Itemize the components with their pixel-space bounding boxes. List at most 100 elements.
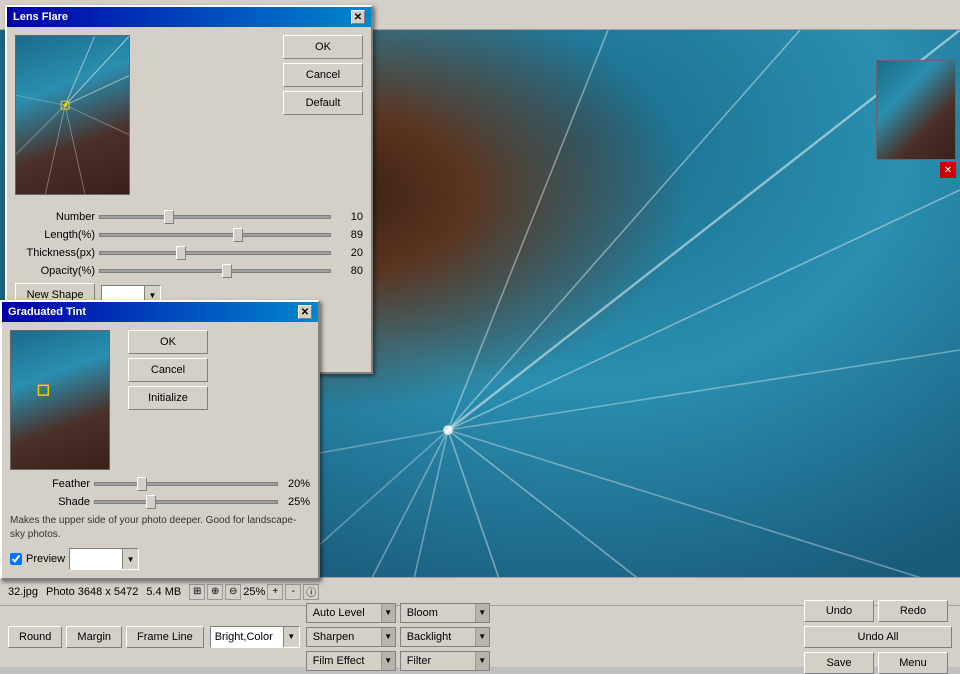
grad-buttons: OK Cancel Initialize — [128, 330, 208, 470]
bright-color-label: Bright,Color — [211, 631, 283, 643]
film-effect-label: Film Effect — [307, 655, 381, 667]
grad-preview-label: Preview — [26, 553, 65, 565]
action-row-2: Sharpen ▼ Backlight ▼ — [306, 627, 490, 647]
graduated-tint-dialog: Graduated Tint ✕ OK Cancel Initialize — [0, 300, 320, 580]
thickness-slider-row: Thickness(px) 20 — [15, 247, 363, 259]
length-slider[interactable] — [99, 233, 331, 237]
grad-cancel-button[interactable]: Cancel — [128, 358, 208, 382]
feather-thumb[interactable] — [137, 477, 147, 491]
grad-preview-image — [10, 330, 110, 470]
shade-thumb[interactable] — [146, 495, 156, 509]
lens-flare-buttons: OK Cancel Default — [148, 35, 363, 115]
opacity-slider[interactable] — [99, 269, 331, 273]
grad-mode-arrow-icon[interactable]: ▼ — [122, 549, 138, 569]
thumbnail-close-button[interactable]: ✕ — [940, 162, 956, 178]
action-dropdowns-group: Auto Level ▼ Bloom ▼ Sharpen ▼ Backlight… — [306, 603, 490, 671]
length-slider-row: Length(%) 89 — [15, 229, 363, 241]
zoom-plus-button[interactable]: + — [267, 584, 283, 600]
thickness-thumb[interactable] — [176, 246, 186, 260]
zoom-info-button[interactable]: ⓘ — [303, 584, 319, 600]
feather-slider-row: Feather 20% — [10, 478, 310, 490]
lens-flare-sliders: Number 10 Length(%) 89 Thickness(px) 20 — [15, 211, 363, 277]
undo-button[interactable]: Undo — [804, 600, 874, 622]
lens-flare-titlebar: Lens Flare ✕ — [7, 7, 371, 27]
frame-line-button[interactable]: Frame Line — [126, 626, 204, 648]
round-button[interactable]: Round — [8, 626, 62, 648]
lens-flare-right: OK Cancel Default — [148, 35, 363, 203]
grad-mode-dropdown[interactable]: ▼ — [69, 548, 139, 570]
thickness-value: 20 — [335, 247, 363, 259]
film-effect-dropdown[interactable]: Film Effect ▼ — [306, 651, 396, 671]
filter-dropdown[interactable]: Filter ▼ — [400, 651, 490, 671]
bloom-dropdown[interactable]: Bloom ▼ — [400, 603, 490, 623]
number-value: 10 — [335, 211, 363, 223]
backlight-arrow-icon[interactable]: ▼ — [475, 628, 489, 646]
preview-flare-svg — [16, 36, 129, 194]
length-thumb[interactable] — [233, 228, 243, 242]
redo-button[interactable]: Redo — [878, 600, 948, 622]
feather-label: Feather — [10, 478, 90, 490]
feather-shade-section: Feather 20% Shade 25% — [10, 470, 310, 508]
zoom-controls: ⊞ ⊕ ⊖ 25% + - ⓘ — [189, 584, 319, 600]
backlight-label: Backlight — [401, 631, 475, 643]
action-row-1: Auto Level ▼ Bloom ▼ — [306, 603, 490, 623]
auto-level-arrow-icon[interactable]: ▼ — [381, 604, 395, 622]
menu-button[interactable]: Menu — [878, 652, 948, 674]
opacity-thumb[interactable] — [222, 264, 232, 278]
graduated-tint-close-button[interactable]: ✕ — [298, 305, 312, 319]
opacity-value: 80 — [335, 265, 363, 277]
grad-description: Makes the upper side of your photo deepe… — [10, 514, 300, 542]
thickness-label: Thickness(px) — [15, 247, 95, 259]
sharpen-label: Sharpen — [307, 631, 381, 643]
sharpen-dropdown[interactable]: Sharpen ▼ — [306, 627, 396, 647]
status-photo-info: Photo 3648 x 5472 — [46, 586, 138, 598]
status-filename: 32.jpg — [8, 586, 38, 598]
bright-color-dropdown[interactable]: Bright,Color ▼ — [210, 626, 300, 648]
feather-slider[interactable] — [94, 482, 278, 486]
number-slider[interactable] — [99, 215, 331, 219]
auto-level-dropdown[interactable]: Auto Level ▼ — [306, 603, 396, 623]
graduated-tint-title: Graduated Tint — [8, 306, 86, 318]
zoom-fit-button[interactable]: ⊞ — [189, 584, 205, 600]
grad-preview-svg — [11, 331, 109, 469]
grad-initialize-button[interactable]: Initialize — [128, 386, 208, 410]
shade-label: Shade — [10, 496, 90, 508]
graduated-tint-titlebar: Graduated Tint ✕ — [2, 302, 318, 322]
zoom-minus-button[interactable]: - — [285, 584, 301, 600]
lens-preview-image — [15, 35, 130, 195]
lens-flare-top: OK Cancel Default — [15, 35, 363, 203]
lens-flare-default-button[interactable]: Default — [283, 91, 363, 115]
margin-button[interactable]: Margin — [66, 626, 122, 648]
lens-flare-cancel-button[interactable]: Cancel — [283, 63, 363, 87]
bright-color-arrow-icon[interactable]: ▼ — [283, 627, 299, 647]
right-panel: Undo Redo Undo All Save Menu — [804, 600, 952, 674]
shade-value: 25% — [282, 496, 310, 508]
length-label: Length(%) — [15, 229, 95, 241]
lens-flare-ok-button[interactable]: OK — [283, 35, 363, 59]
number-slider-row: Number 10 — [15, 211, 363, 223]
thumbnail-image — [876, 60, 956, 160]
thickness-slider[interactable] — [99, 251, 331, 255]
style-buttons: Round Margin Frame Line — [8, 626, 204, 648]
bloom-arrow-icon[interactable]: ▼ — [475, 604, 489, 622]
number-thumb[interactable] — [164, 210, 174, 224]
shade-slider[interactable] — [94, 500, 278, 504]
lens-flare-title: Lens Flare — [13, 11, 68, 23]
feather-value: 20% — [282, 478, 310, 490]
zoom-out-button[interactable]: ⊖ — [225, 584, 241, 600]
opacity-label: Opacity(%) — [15, 265, 95, 277]
lens-flare-btn-group: OK Cancel Default — [283, 35, 363, 115]
zoom-level: 25% — [243, 586, 265, 598]
sharpen-arrow-icon[interactable]: ▼ — [381, 628, 395, 646]
grad-preview-checkbox[interactable] — [10, 553, 22, 565]
grad-ok-button[interactable]: OK — [128, 330, 208, 354]
number-label: Number — [15, 211, 95, 223]
opacity-slider-row: Opacity(%) 80 — [15, 265, 363, 277]
zoom-in-button[interactable]: ⊕ — [207, 584, 223, 600]
action-row-3: Film Effect ▼ Filter ▼ — [306, 651, 490, 671]
save-button[interactable]: Save — [804, 652, 874, 674]
backlight-dropdown[interactable]: Backlight ▼ — [400, 627, 490, 647]
status-file-size: 5.4 MB — [146, 586, 181, 598]
undo-all-button[interactable]: Undo All — [804, 626, 952, 648]
lens-flare-close-button[interactable]: ✕ — [351, 10, 365, 24]
